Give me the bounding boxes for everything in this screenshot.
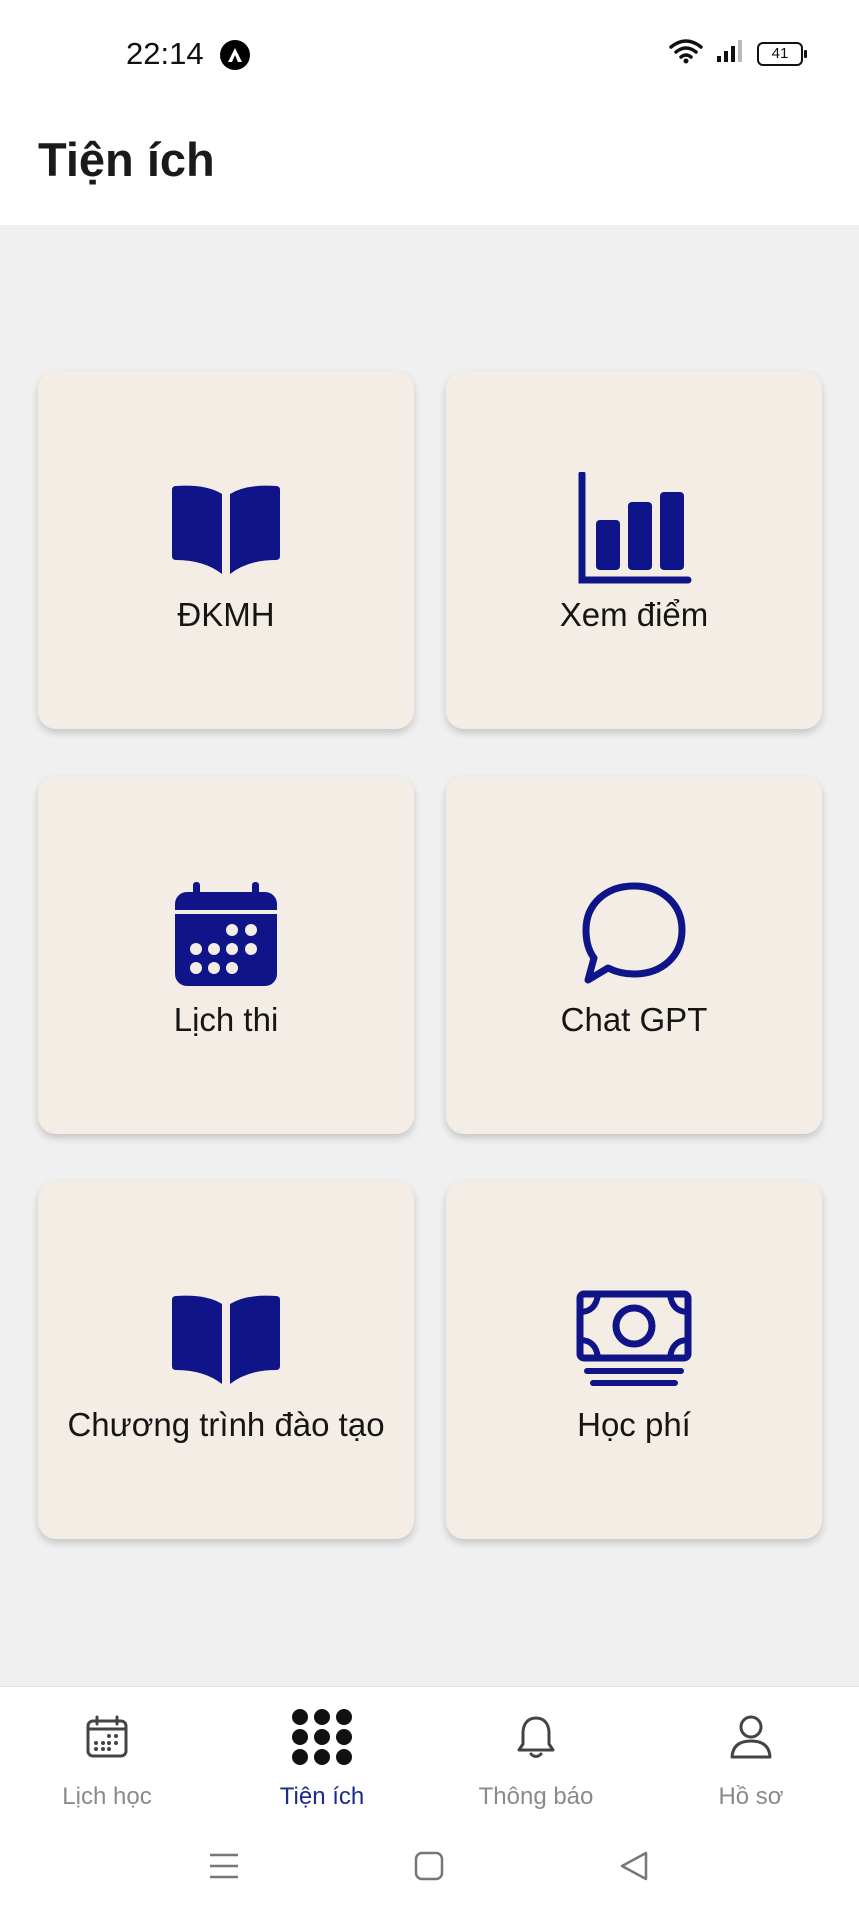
dots-grid-icon <box>290 1705 354 1769</box>
tile-hoc-phi[interactable]: Học phí <box>446 1181 822 1539</box>
tile-xem-diem[interactable]: Xem điểm <box>446 371 822 729</box>
tile-dkmh[interactable]: ĐKMH <box>38 371 414 729</box>
status-indicators: 41 <box>669 38 807 69</box>
calendar-icon <box>75 1705 139 1769</box>
tile-label: Học phí <box>577 1406 691 1443</box>
calendar-icon <box>168 877 284 993</box>
open-book-icon <box>168 472 284 588</box>
tile-label: Chương trình đào tạo <box>67 1406 385 1443</box>
utilities-grid: ĐKMH Xem điểm Lịch thi Chat GPT Chương t… <box>38 371 822 1539</box>
battery-icon: 41 <box>757 41 807 66</box>
chat-bubble-icon <box>576 877 692 993</box>
tile-chat-gpt[interactable]: Chat GPT <box>446 776 822 1134</box>
tile-label: Lịch thi <box>173 1001 279 1038</box>
wifi-icon <box>669 38 703 69</box>
back-icon[interactable] <box>614 1846 654 1886</box>
nav-item-tien-ich[interactable]: Tiện ích <box>222 1705 422 1811</box>
bell-icon <box>504 1705 568 1769</box>
tile-lich-thi[interactable]: Lịch thi <box>38 776 414 1134</box>
nav-item-thong-bao[interactable]: Thông báo <box>436 1705 636 1811</box>
nav-item-lich-hoc[interactable]: Lịch học <box>7 1705 207 1811</box>
tile-label: ĐKMH <box>177 596 275 633</box>
cellular-signal-icon <box>715 38 745 69</box>
nav-label: Tiện ích <box>279 1783 365 1810</box>
status-bar: 22:14 41 <box>0 0 859 110</box>
nav-item-ho-so[interactable]: Hồ sơ <box>651 1705 851 1811</box>
tile-label: Chat GPT <box>560 1001 708 1038</box>
open-book-icon <box>168 1282 284 1398</box>
nav-label: Hồ sơ <box>718 1783 784 1810</box>
system-nav-bar <box>0 1826 859 1908</box>
user-icon <box>719 1705 783 1769</box>
app-notification-icon <box>220 40 250 70</box>
tile-label: Xem điểm <box>559 596 709 633</box>
menu-icon[interactable] <box>204 1846 244 1886</box>
tile-chuong-trinh-dao-tao[interactable]: Chương trình đào tạo <box>38 1181 414 1539</box>
status-time: 22:14 <box>126 36 204 71</box>
page-title: Tiện ích <box>38 133 215 186</box>
nav-label: Thông báo <box>478 1783 594 1810</box>
bottom-nav: Lịch học Tiện ích Thông báo Hồ sơ <box>0 1686 859 1827</box>
home-icon[interactable] <box>409 1846 449 1886</box>
banknote-icon <box>576 1282 692 1398</box>
bar-chart-icon <box>576 472 692 588</box>
nav-label: Lịch học <box>62 1783 152 1810</box>
header: Tiện ích <box>0 110 859 225</box>
